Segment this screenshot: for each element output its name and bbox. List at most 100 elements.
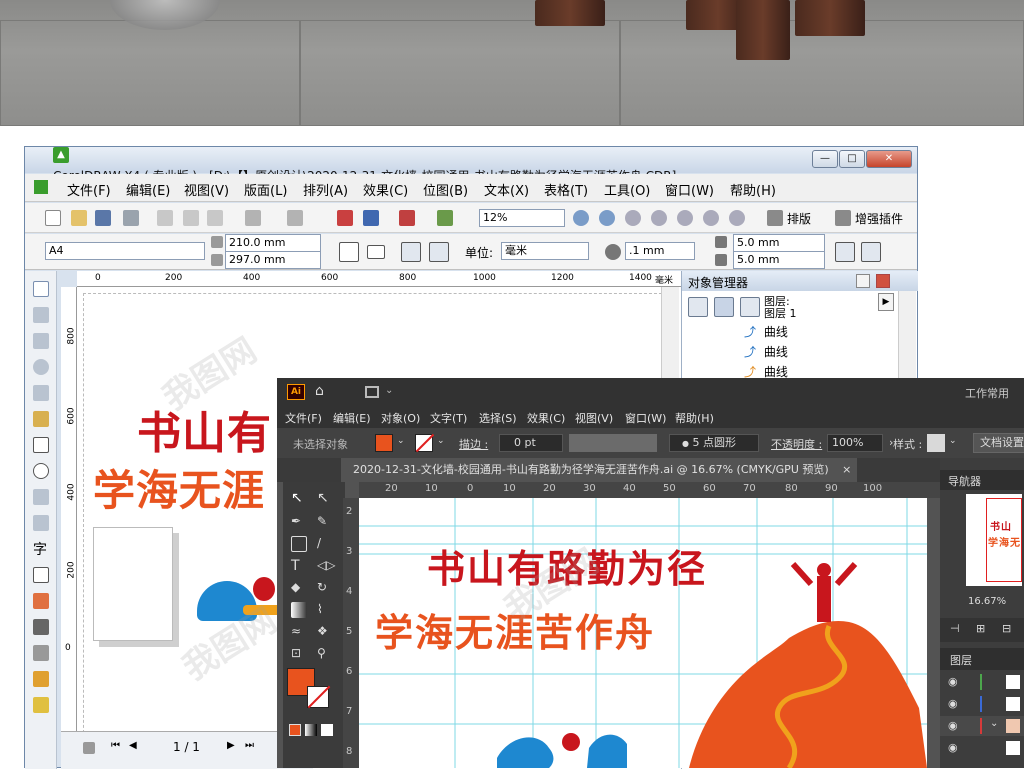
menu-tools[interactable]: 工具(O) [604, 180, 650, 199]
page-size-select[interactable]: A4 [45, 242, 205, 260]
zoom-out-icon[interactable] [599, 210, 615, 226]
fill-swatch[interactable] [375, 434, 393, 452]
new-document-icon[interactable] [45, 210, 61, 226]
eye-icon[interactable]: ◉ [948, 741, 958, 754]
zoom-level-field[interactable]: 12% [479, 209, 565, 227]
type-tool-icon[interactable]: T [291, 558, 307, 574]
redo-icon[interactable] [287, 210, 303, 226]
libraries-icon[interactable]: ⊞ [976, 622, 985, 635]
menu-effects[interactable]: 效果(C) [363, 180, 408, 199]
text-tool-icon[interactable]: 字 [33, 539, 47, 559]
menu-table[interactable]: 表格(T) [544, 180, 588, 199]
eyedropper-icon[interactable] [33, 619, 49, 635]
gradient-mode-icon[interactable] [305, 724, 317, 736]
navigator-zoom[interactable]: 16.67% [968, 596, 1006, 607]
layer-manager-icon[interactable] [740, 297, 760, 317]
menu-bitmaps[interactable]: 位图(B) [423, 180, 468, 199]
publish-button[interactable]: 排版 [787, 210, 811, 227]
home-icon[interactable]: ⌂ [315, 383, 324, 399]
duplicate-x-field[interactable]: 5.0 mm [733, 234, 825, 252]
placeholder-frame[interactable] [93, 527, 173, 641]
opacity-field[interactable]: 100% [827, 434, 883, 452]
ai-artboard[interactable]: 书山有路勤为径 学海无涯苦作舟 我图网 [359, 498, 927, 768]
portrait-icon[interactable] [339, 242, 359, 262]
ai-menu-edit[interactable]: 编辑(E) [333, 410, 371, 426]
ai-menu-object[interactable]: 对象(O) [381, 410, 420, 426]
application-launcher-icon[interactable] [399, 210, 415, 226]
eyedropper-icon[interactable]: ⌇ [317, 602, 333, 618]
panel-menu-button[interactable]: ▶ [878, 293, 894, 311]
eye-icon[interactable]: ◉ [948, 675, 958, 688]
zoom-height-icon[interactable] [729, 210, 745, 226]
menu-arrange[interactable]: 排列(A) [303, 180, 348, 199]
chevron-down-icon[interactable]: ⌄ [990, 718, 998, 729]
menu-window[interactable]: 窗口(W) [665, 180, 714, 199]
paste-icon[interactable] [207, 210, 223, 226]
document-tab[interactable]: 2020-12-31-文化墙-校园通用-书山有路勤为径学海无涯苦作舟.ai @ … [341, 458, 857, 482]
gradient-tool-icon[interactable] [291, 602, 307, 618]
rectangle-tool-icon[interactable] [291, 536, 307, 552]
polygon-tool-icon[interactable] [33, 489, 49, 505]
brush-definition[interactable]: ● 5 点圆形 [669, 434, 759, 452]
smart-fill-icon[interactable] [33, 411, 49, 427]
undo-icon[interactable] [245, 210, 261, 226]
tab-close-icon[interactable]: × [842, 463, 851, 476]
welcome-screen-icon[interactable] [437, 210, 453, 226]
export-icon[interactable] [363, 210, 379, 226]
print-icon[interactable] [123, 210, 139, 226]
selection-tool-icon[interactable]: ↖ [291, 490, 307, 506]
chevron-down-icon[interactable]: ⌄ [437, 436, 445, 446]
shape-tool-icon[interactable] [33, 307, 49, 323]
ai-menu-select[interactable]: 选择(S) [479, 410, 517, 426]
direct-selection-icon[interactable]: ↖ [317, 490, 333, 506]
unit-select[interactable]: 毫米 [501, 242, 589, 260]
color-mode-icon[interactable] [289, 724, 301, 736]
stroke-color-swatch[interactable] [307, 685, 331, 709]
ellipse-tool-icon[interactable] [33, 463, 49, 479]
show-properties-icon[interactable] [688, 297, 708, 317]
close-button[interactable]: ✕ [866, 150, 912, 168]
chevron-down-icon[interactable]: ⌄ [397, 436, 405, 446]
freehand-tool-icon[interactable] [33, 385, 49, 401]
layer-row[interactable]: ◉ [940, 694, 1024, 714]
zoom-in-icon[interactable] [573, 210, 589, 226]
zoom-all-icon[interactable] [651, 210, 667, 226]
blend-tool-icon[interactable] [33, 593, 49, 609]
stroke-weight-field[interactable]: 0 pt [499, 434, 563, 452]
plugin-button[interactable]: 增强插件 [855, 210, 903, 227]
add-page-icon[interactable] [83, 742, 95, 754]
zoom-selected-icon[interactable] [625, 210, 641, 226]
current-page-icon[interactable] [429, 242, 449, 262]
copy-icon[interactable] [183, 210, 199, 226]
zoom-width-icon[interactable] [703, 210, 719, 226]
stroke-swatch[interactable] [415, 433, 435, 453]
table-tool-icon[interactable] [33, 567, 49, 583]
minimize-button[interactable]: — [812, 150, 838, 168]
interactive-fill-icon[interactable] [33, 697, 49, 713]
menu-help[interactable]: 帮助(H) [730, 180, 776, 199]
variable-width-profile[interactable] [569, 434, 657, 452]
landscape-icon[interactable] [367, 245, 385, 259]
ai-menu-help[interactable]: 帮助(H) [675, 410, 714, 426]
prev-page-icon[interactable]: ◀ [129, 740, 137, 751]
workspace-switcher[interactable]: 工作常用 [965, 385, 1009, 401]
duplicate-y-field[interactable]: 5.0 mm [733, 251, 825, 269]
page-width-field[interactable]: 210.0 mm [225, 234, 321, 252]
menu-edit[interactable]: 编辑(E) [126, 180, 170, 199]
panel-close-button[interactable] [876, 274, 890, 288]
save-icon[interactable] [95, 210, 111, 226]
canvas-text-line1[interactable]: 书山有 [137, 397, 272, 461]
import-icon[interactable] [337, 210, 353, 226]
graphic-style-swatch[interactable] [927, 434, 945, 452]
artboard-tool-icon[interactable]: ⊡ [291, 646, 307, 662]
symbol-sprayer-icon[interactable]: ❖ [317, 624, 333, 640]
chevron-down-icon[interactable]: ⌄ [949, 436, 957, 446]
rectangle-tool-icon[interactable] [33, 437, 49, 453]
arrange-documents-icon[interactable] [365, 386, 379, 398]
page-height-field[interactable]: 297.0 mm [225, 251, 321, 269]
canvas-text-line2[interactable]: 学海无涯 [93, 457, 265, 518]
ai-menu-view[interactable]: 视图(V) [575, 410, 613, 426]
menu-text[interactable]: 文本(X) [484, 180, 529, 199]
eye-icon[interactable]: ◉ [948, 697, 958, 710]
all-pages-icon[interactable] [401, 242, 421, 262]
